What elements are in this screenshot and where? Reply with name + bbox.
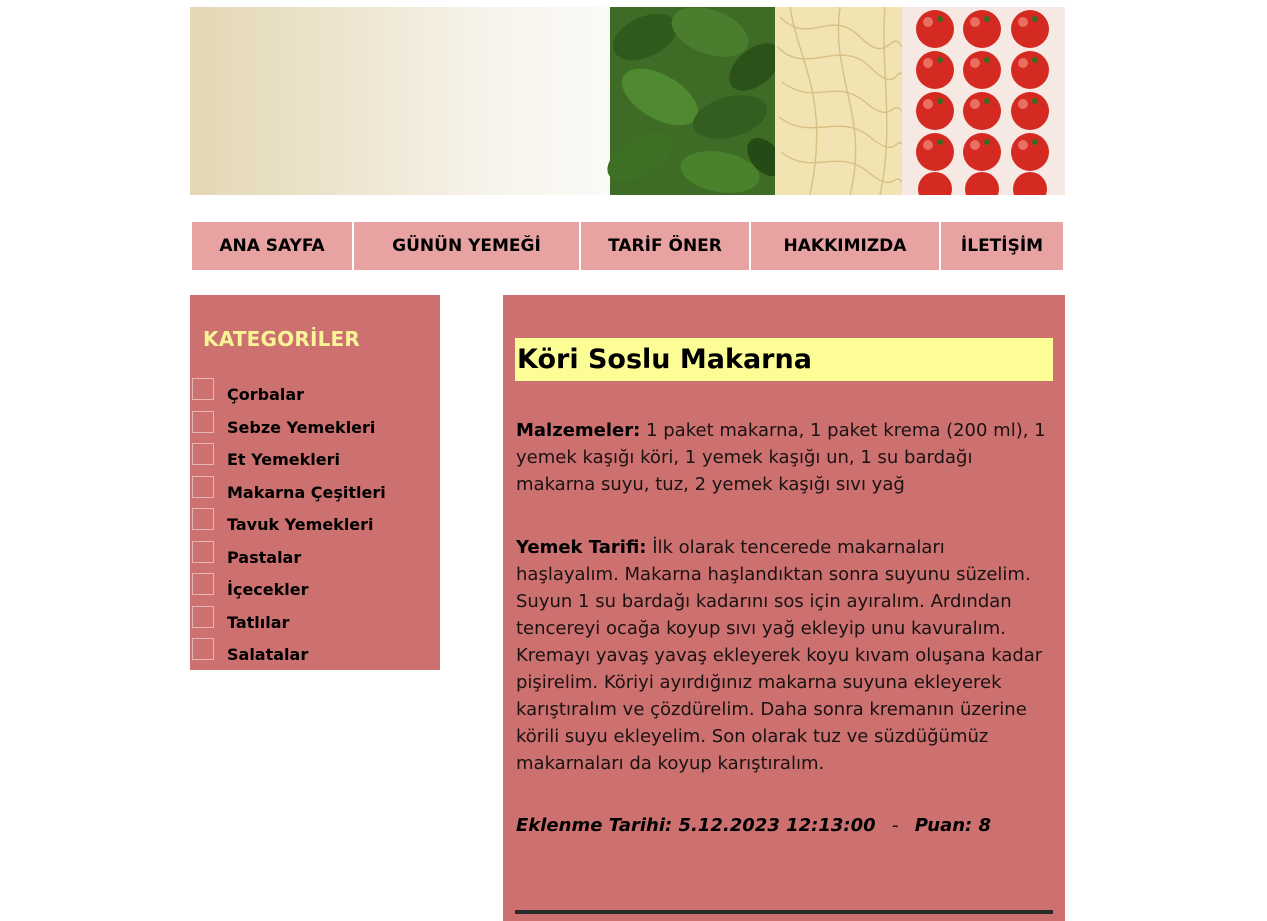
instructions-label: Yemek Tarifi: (516, 537, 647, 558)
nav-gunun-yemegi[interactable]: GÜNÜN YEMEĞİ (354, 222, 579, 270)
rating-label: Puan: (914, 815, 973, 836)
recipe-title: Köri Soslu Makarna (515, 338, 1053, 381)
category-item[interactable]: Salatalar (190, 638, 440, 670)
category-item[interactable]: Tavuk Yemekleri (190, 508, 440, 541)
category-label[interactable]: Et Yemekleri (227, 450, 340, 469)
category-label[interactable]: Tavuk Yemekleri (227, 515, 374, 534)
rating-value: 8 (978, 815, 992, 836)
recipe-meta: Eklenme Tarihi: 5.12.2023 12:13:00 - Pua… (516, 815, 991, 836)
sidebar-title: KATEGORİLER (203, 327, 360, 351)
recipe-panel: Köri Soslu Makarna Malzemeler: 1 paket m… (503, 295, 1065, 921)
category-bullet-icon (192, 605, 214, 628)
category-bullet-icon (192, 378, 214, 400)
banner-food-image (607, 7, 1065, 195)
category-sidebar: KATEGORİLER Çorbalar Sebze Yemekleri Et … (190, 295, 440, 670)
category-bullet-icon (192, 638, 214, 660)
category-list: Çorbalar Sebze Yemekleri Et Yemekleri Ma… (190, 378, 440, 670)
category-bullet-icon (192, 508, 214, 530)
category-label[interactable]: İçecekler (227, 580, 309, 599)
recipe-ingredients: Malzemeler: 1 paket makarna, 1 paket kre… (516, 417, 1046, 498)
category-item[interactable]: İçecekler (190, 573, 440, 606)
category-bullet-icon (192, 540, 214, 563)
category-item[interactable]: Makarna Çeşitleri (190, 475, 440, 509)
category-label[interactable]: Pastalar (227, 548, 301, 567)
category-label[interactable]: Sebze Yemekleri (227, 418, 375, 437)
added-date-value: 5.12.2023 12:13:00 (678, 815, 876, 836)
category-label[interactable]: Çorbalar (227, 385, 304, 404)
category-item[interactable]: Çorbalar (190, 378, 440, 411)
category-label[interactable]: Salatalar (227, 645, 308, 664)
nav-tarif-oner[interactable]: TARİF ÖNER (581, 222, 749, 270)
divider (515, 910, 1053, 914)
category-label[interactable]: Makarna Çeşitleri (227, 483, 386, 502)
ingredients-label: Malzemeler: (516, 420, 641, 441)
category-bullet-icon (192, 410, 214, 433)
category-bullet-icon (192, 475, 214, 498)
category-label[interactable]: Tatlılar (227, 613, 289, 632)
nav-ana-sayfa[interactable]: ANA SAYFA (192, 222, 352, 270)
recipe-instructions: Yemek Tarifi: İlk olarak tencerede makar… (516, 534, 1046, 777)
category-item[interactable]: Pastalar (190, 540, 440, 574)
meta-separator: - (891, 815, 899, 836)
instructions-text: İlk olarak tencerede makarnaları haşlaya… (516, 537, 1043, 774)
category-bullet-icon (192, 443, 214, 465)
added-date-label: Eklenme Tarihi: (516, 815, 673, 836)
category-item[interactable]: Sebze Yemekleri (190, 410, 440, 444)
category-bullet-icon (192, 573, 214, 595)
category-item[interactable]: Tatlılar (190, 605, 440, 639)
main-nav: ANA SAYFA GÜNÜN YEMEĞİ TARİF ÖNER HAKKIM… (190, 220, 1065, 272)
nav-iletisim[interactable]: İLETİŞİM (941, 222, 1063, 270)
category-item[interactable]: Et Yemekleri (190, 443, 440, 476)
header-banner (190, 7, 1065, 195)
nav-hakkimizda[interactable]: HAKKIMIZDA (751, 222, 939, 270)
